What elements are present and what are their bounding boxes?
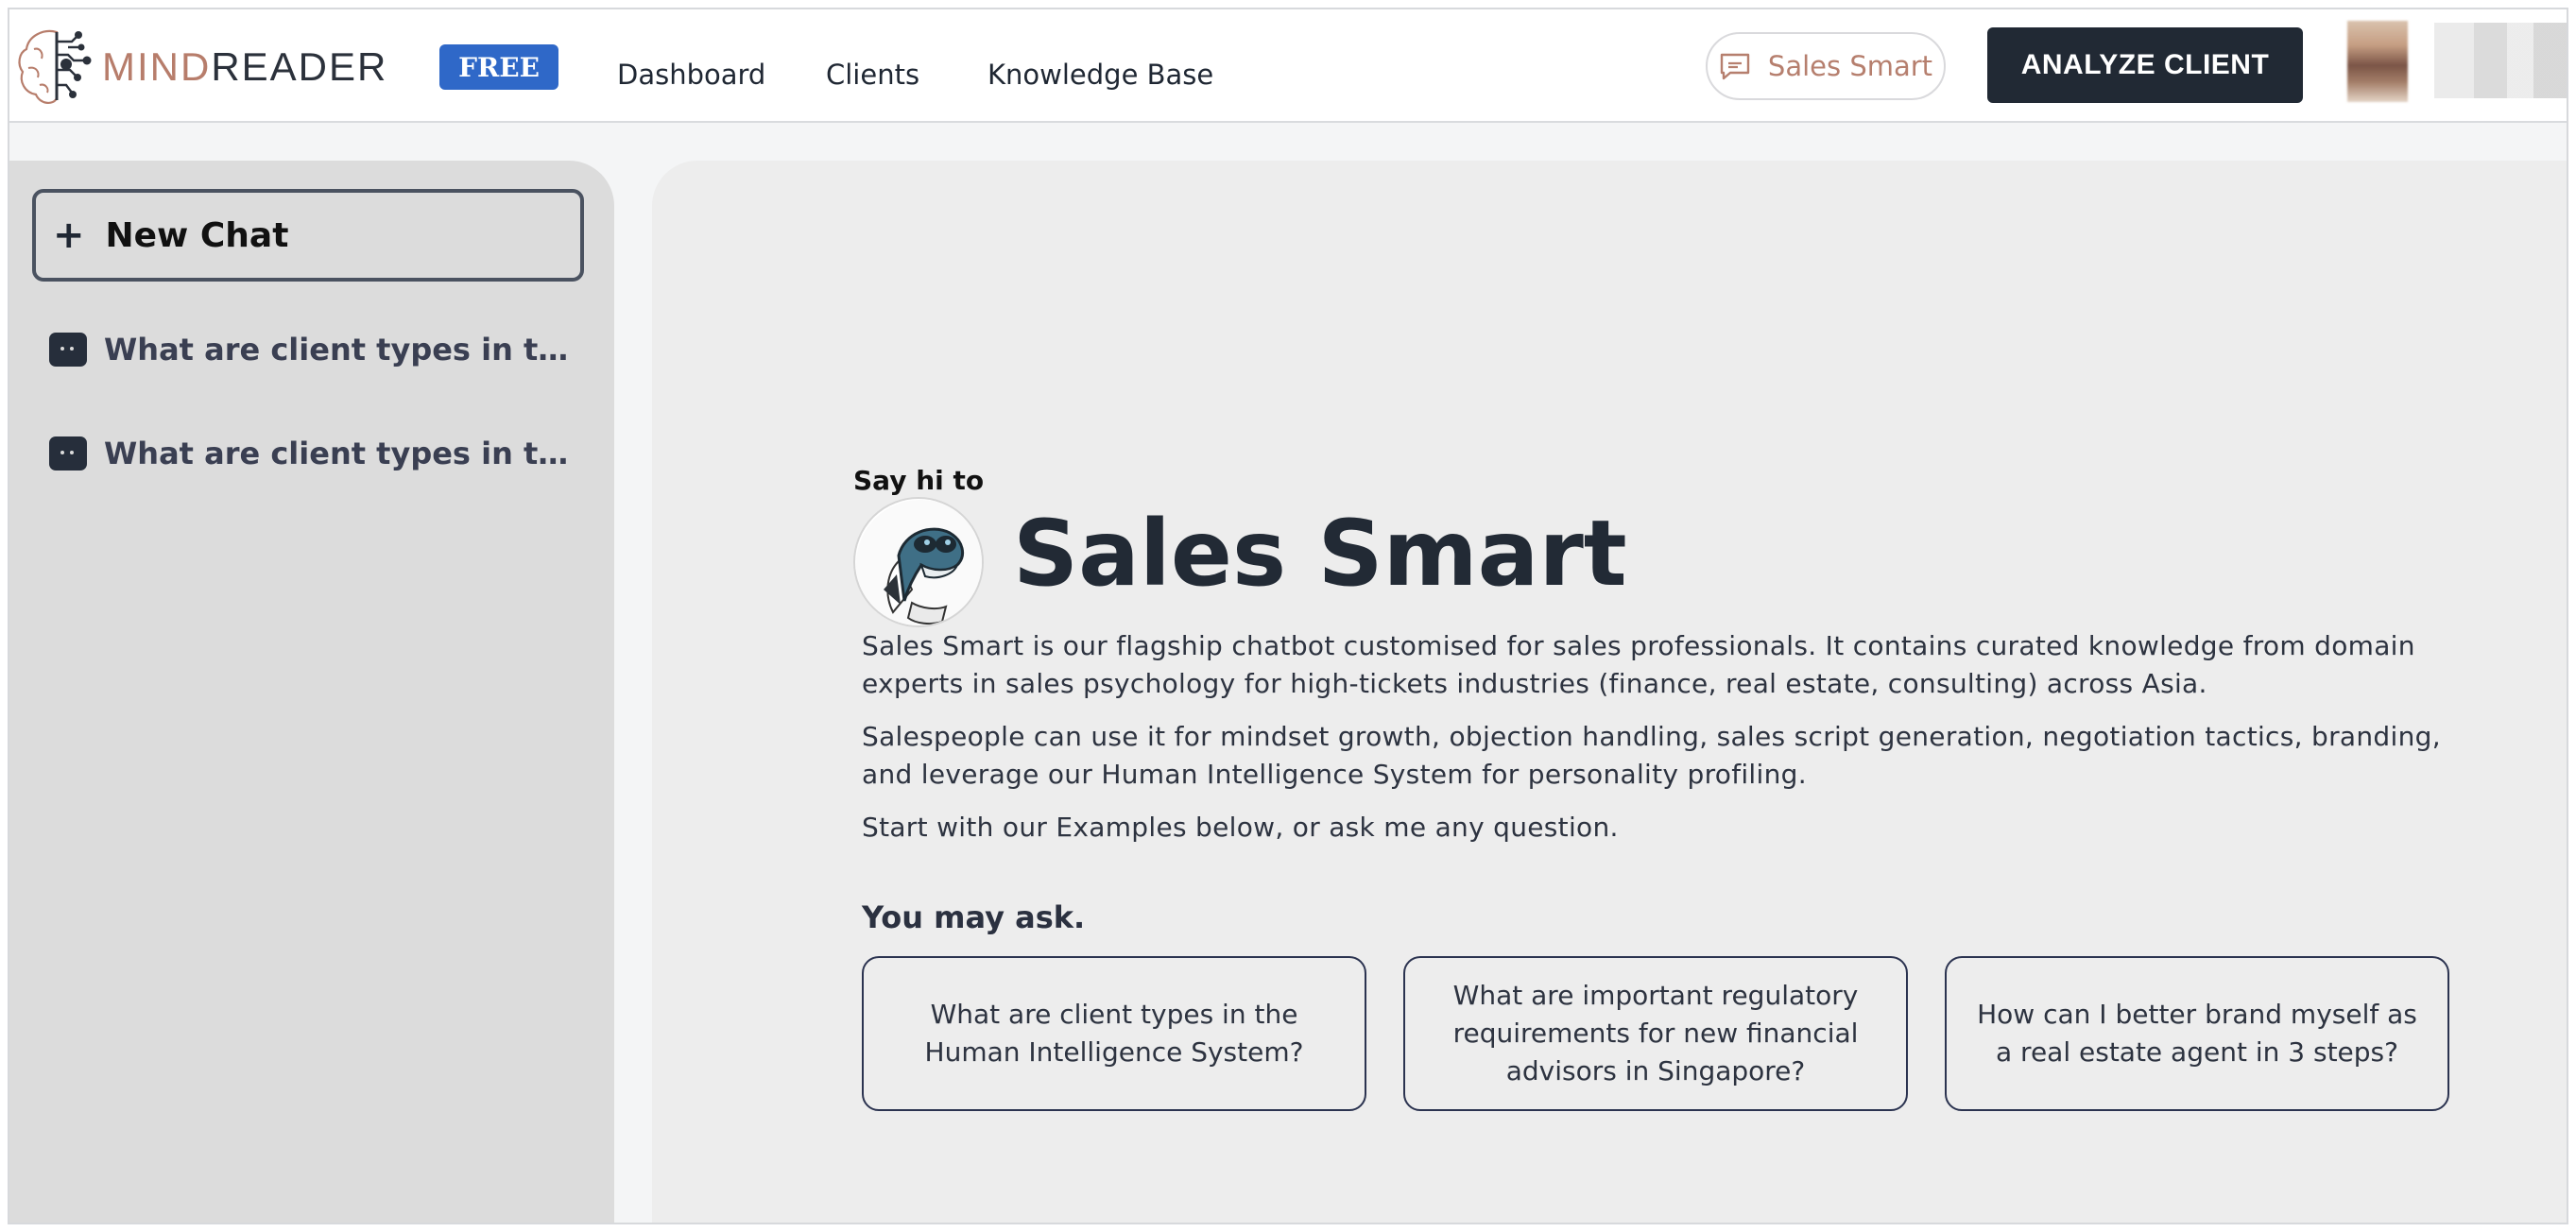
brain-logo-icon[interactable] [15, 26, 98, 108]
plan-badge: FREE [439, 44, 558, 90]
chat-history-title: What are client types in the Human Intel… [104, 332, 578, 368]
user-name-redacted[interactable] [2434, 23, 2567, 98]
nav-clients[interactable]: Clients [826, 59, 919, 91]
suggested-question-card[interactable]: How can I better brand myself as a real … [1945, 956, 2449, 1111]
brand-mind: MIND [102, 44, 212, 89]
assistant-selector-label: Sales Smart [1767, 50, 1933, 82]
assistant-selector-button[interactable]: Sales Smart [1706, 32, 1946, 100]
chat-history-sidebar: + New Chat What are client types in the … [9, 161, 614, 1223]
bot-name-heading: Sales Smart [1013, 501, 1627, 607]
bot-description-paragraph: Start with our Examples below, or ask me… [862, 812, 1619, 843]
greeting-label: Say hi to [853, 465, 985, 496]
nav-dashboard[interactable]: Dashboard [617, 59, 765, 91]
top-navigation-bar: MINDREADER FREE Dashboard Clients Knowle… [9, 9, 2567, 123]
chat-history-item[interactable]: What are client types in the Human Intel… [49, 329, 578, 370]
analyze-client-button[interactable]: ANALYZE CLIENT [1987, 27, 2303, 103]
bot-description-paragraph: Salespeople can use it for mindset growt… [862, 721, 2441, 790]
suggested-question-card[interactable]: What are important regulatory requiremen… [1403, 956, 1908, 1111]
new-chat-label: New Chat [105, 215, 289, 255]
suggestions-heading: You may ask. [862, 899, 1086, 935]
dolphin-mascot-icon [856, 500, 982, 625]
chat-bubble-icon [49, 436, 87, 471]
brand-wordmark[interactable]: MINDREADER [102, 47, 387, 87]
app-window: MINDREADER FREE Dashboard Clients Knowle… [8, 8, 2568, 1224]
suggested-question-card[interactable]: What are client types in the Human Intel… [862, 956, 1366, 1111]
plus-icon: + [53, 214, 85, 257]
chat-bubble-icon [49, 333, 87, 367]
bot-description-paragraph: Sales Smart is our flagship chatbot cust… [862, 630, 2415, 699]
bot-avatar [853, 497, 984, 627]
chat-history-item[interactable]: What are client types in the Human Intel… [49, 433, 578, 474]
brand-reader: READER [211, 44, 388, 89]
user-avatar[interactable] [2347, 21, 2408, 102]
chat-history-title: What are client types in the Human Intel… [104, 436, 578, 471]
chat-icon [1720, 53, 1750, 80]
new-chat-button[interactable]: + New Chat [32, 189, 584, 282]
nav-knowledge-base[interactable]: Knowledge Base [987, 59, 1213, 91]
